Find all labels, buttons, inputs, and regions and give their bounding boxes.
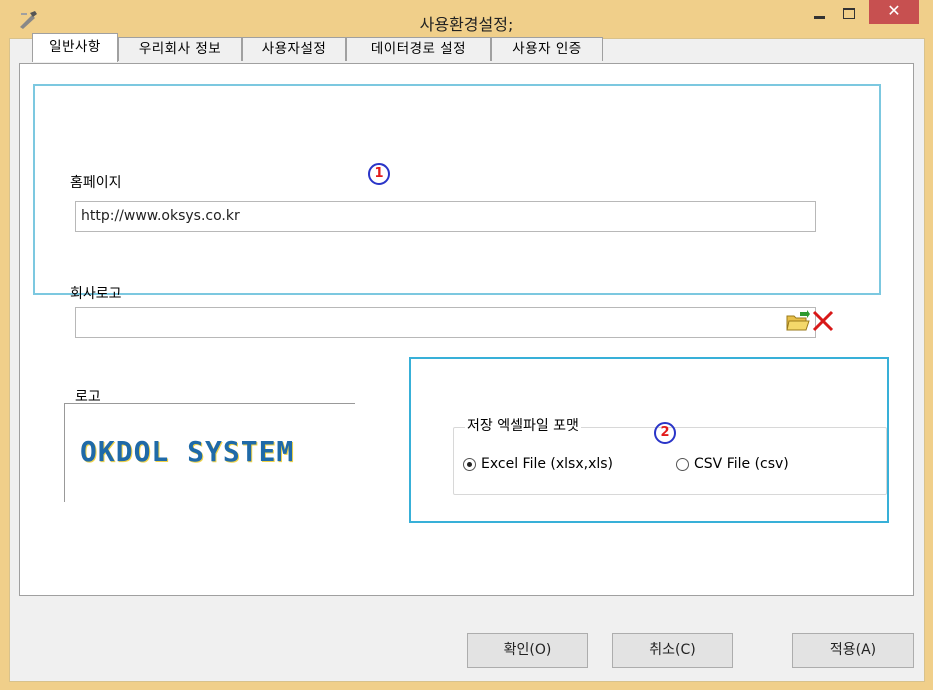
delete-x-icon[interactable] (810, 308, 836, 334)
annotation-marker-1: 1 (368, 163, 390, 185)
radio-excel-label: Excel File (xlsx,xls) (481, 456, 614, 472)
excel-format-title: 저장 엑셀파일 포맷 (465, 415, 581, 435)
company-logo-path-input[interactable] (75, 307, 816, 338)
window-title: 사용환경설정; (419, 15, 514, 34)
tab-user-settings[interactable]: 사용자설정 (242, 37, 346, 61)
tab-general[interactable]: 일반사항 (32, 33, 118, 62)
settings-window: 사용환경설정; ✕ 일반사항 우리회사 정보 사용자설정 데이터경로 설정 사용… (0, 0, 933, 690)
company-logo-label: 회사로고 (70, 286, 122, 302)
homepage-input[interactable]: http://www.oksys.co.kr (75, 201, 816, 232)
ok-button[interactable]: 확인(O) (467, 633, 588, 668)
homepage-logo-section (33, 84, 881, 295)
tab-company-info[interactable]: 우리회사 정보 (118, 37, 242, 61)
folder-open-icon[interactable] (785, 308, 811, 334)
radio-excel-file[interactable]: Excel File (xlsx,xls) (463, 455, 613, 473)
radio-selected-icon (463, 457, 476, 471)
radio-csv-label: CSV File (csv) (694, 456, 789, 472)
maximize-icon[interactable] (832, 0, 866, 24)
annotation-marker-2: 2 (654, 422, 676, 444)
company-logo-image: OKDOL SYSTEM (80, 435, 295, 468)
radio-csv-file[interactable]: CSV File (csv) (676, 455, 789, 473)
title-bar[interactable]: 사용환경설정; ✕ (0, 0, 933, 40)
tab-data-path[interactable]: 데이터경로 설정 (346, 37, 491, 61)
cancel-button[interactable]: 취소(C) (612, 633, 733, 668)
close-icon[interactable]: ✕ (869, 0, 919, 24)
radio-unselected-icon (676, 457, 689, 471)
tab-user-auth[interactable]: 사용자 인증 (491, 37, 603, 61)
apply-button[interactable]: 적용(A) (792, 633, 914, 668)
homepage-label: 홈페이지 (70, 175, 122, 191)
